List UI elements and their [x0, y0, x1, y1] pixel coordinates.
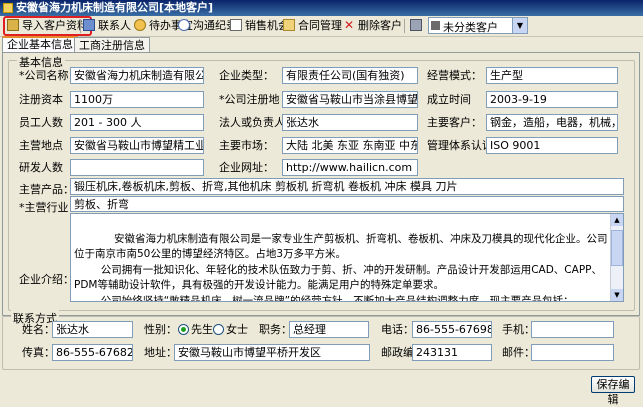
delete-customer-button[interactable]: ✕ 删除客户 — [343, 17, 402, 35]
registration-place-field[interactable]: 安徽省马鞍山市当涂县博望镇经济 — [282, 91, 418, 108]
contract-management-button[interactable]: 合同管理 — [283, 17, 342, 35]
position-field[interactable]: 总经理 — [289, 321, 369, 338]
contact-button[interactable]: 联系人 — [83, 17, 131, 35]
email-field[interactable] — [531, 344, 614, 361]
gender-male-radio[interactable] — [178, 324, 189, 335]
company-intro-text: 安徽省海力机床制造有限公司是一家专业生产剪板机、折弯机、卷板机、冲床及刀模具的现… — [74, 232, 608, 302]
main-clients-label: 主要客户： — [427, 116, 482, 129]
fax-label: 传真： — [22, 346, 55, 359]
import-icon — [7, 19, 19, 31]
contact-address-field[interactable]: 安徽马鞍山市博望平桥开发区 — [174, 344, 370, 361]
website-label: 企业网址： — [219, 161, 274, 174]
website-field[interactable]: http://www.hailicn.com — [282, 159, 418, 176]
contact-address-label: 地址： — [144, 346, 177, 359]
tab-basic-info[interactable]: 企业基本信息 — [2, 36, 78, 53]
printer-icon — [410, 19, 422, 31]
rd-staff-field[interactable] — [70, 159, 204, 176]
established-date-field[interactable]: 2003-9-19 — [486, 91, 618, 108]
company-type-label: 企业类型： — [219, 69, 274, 82]
todo-icon — [134, 19, 146, 31]
delete-customer-label: 删除客户 — [358, 19, 402, 32]
main-market-field[interactable]: 大陆 北美 东亚 东南亚 中东 非洲 — [282, 137, 418, 154]
document-pen-icon — [230, 19, 242, 31]
company-intro-textarea[interactable]: 安徽省海力机床制造有限公司是一家专业生产剪板机、折弯机、卷板机、冲床及刀模具的现… — [70, 213, 624, 302]
chat-bubble-icon — [178, 19, 190, 31]
toolbar-separator — [404, 19, 405, 33]
category-icon — [431, 21, 440, 30]
main-products-label: 主营产品： — [19, 183, 74, 196]
scroll-down-icon[interactable]: ▼ — [611, 289, 623, 301]
contract-management-label: 合同管理 — [298, 19, 342, 32]
contact-name-field[interactable]: 张达水 — [52, 321, 133, 338]
customer-window: 安徽省海力机床制造有限公司[本地客户] 导入客户资料 联系人 待办事宜 沟通纪录… — [0, 0, 643, 406]
toolbar-separator — [80, 19, 81, 33]
contact-card-icon — [83, 19, 95, 31]
main-market-label: 主要市场： — [219, 139, 274, 152]
window-title: 安徽省海力机床制造有限公司[本地客户] — [16, 1, 214, 14]
company-name-field[interactable]: 安徽省海力机床制造有限公司 — [70, 67, 204, 84]
company-intro-label: 企业介绍： — [19, 273, 74, 286]
scroll-up-icon[interactable]: ▲ — [611, 214, 623, 226]
gender-male-label: 先生 — [191, 323, 213, 336]
mobile-field[interactable] — [531, 321, 614, 338]
fax-field[interactable]: 86-555-6768260 — [52, 344, 133, 361]
business-mode-field[interactable]: 生产型 — [486, 67, 618, 84]
communication-log-button[interactable]: 沟通纪录 — [178, 17, 237, 35]
title-bar: 安徽省海力机床制造有限公司[本地客户] — [0, 0, 643, 16]
delete-x-icon: ✕ — [343, 18, 355, 32]
business-address-label: 主营地点 — [19, 139, 63, 152]
gender-female-radio[interactable] — [213, 324, 224, 335]
registered-capital-label: 注册资本 — [19, 93, 63, 106]
employees-label: 员工人数 — [19, 116, 63, 129]
import-customer-label: 导入客户资料 — [22, 19, 88, 32]
phone-field[interactable]: 86-555-6769888 — [412, 321, 492, 338]
app-icon — [3, 3, 13, 13]
established-date-label: 成立时间 — [427, 93, 471, 106]
company-type-field[interactable]: 有限责任公司(国有独资) — [282, 67, 418, 84]
tab-business-registration[interactable]: 工商注册信息 — [74, 37, 150, 53]
chevron-down-icon[interactable]: ▼ — [512, 18, 527, 33]
gender-label: 性别： — [144, 323, 177, 336]
customer-category-select[interactable]: 未分类客户 ▼ — [428, 17, 528, 34]
import-customer-button[interactable]: 导入客户资料 — [3, 16, 92, 36]
intro-scrollbar[interactable]: ▲ ▼ — [610, 214, 623, 301]
save-edit-button[interactable]: 保存编辑 — [591, 376, 635, 406]
certification-field[interactable]: ISO 9001 — [486, 137, 618, 154]
scroll-thumb[interactable] — [611, 230, 623, 266]
gender-female-label: 女士 — [226, 323, 248, 336]
sales-opportunity-button[interactable]: 销售机会 — [230, 17, 289, 35]
contact-label: 联系人 — [98, 19, 131, 32]
employees-field[interactable]: 201 - 300 人 — [70, 114, 204, 131]
print-button[interactable] — [410, 17, 425, 35]
main-industry-field[interactable]: 剪板、折弯 — [70, 196, 624, 212]
registration-place-label: *公司注册地 — [219, 93, 280, 106]
registered-capital-field[interactable]: 1100万 — [70, 91, 204, 108]
legal-representative-field[interactable]: 张达水 — [282, 114, 418, 131]
phone-label: 电话： — [381, 323, 414, 336]
company-name-label: *公司名称 — [19, 69, 69, 82]
toolbar: 导入客户资料 联系人 待办事宜 沟通纪录 销售机会 合同管理 ✕ 删除客户 — [0, 16, 643, 37]
business-address-field[interactable]: 安徽省马鞍山市博望精工业园 — [70, 137, 204, 154]
contact-name-label: 姓名： — [22, 323, 55, 336]
position-label: 职务： — [259, 323, 292, 336]
business-mode-label: 经营模式： — [427, 69, 482, 82]
customer-category-value: 未分类客户 — [443, 21, 498, 34]
main-clients-field[interactable]: 钢金，造船，电器，机械，电力， — [486, 114, 618, 131]
main-products-field[interactable]: 锻压机床,卷板机床,剪板、折弯,其他机床 剪板机 折弯机 卷板机 冲床 模具 刀… — [70, 178, 624, 195]
postcode-field[interactable]: 243131 — [412, 344, 492, 361]
rd-staff-label: 研发人数 — [19, 161, 63, 174]
folder-icon — [283, 19, 295, 31]
